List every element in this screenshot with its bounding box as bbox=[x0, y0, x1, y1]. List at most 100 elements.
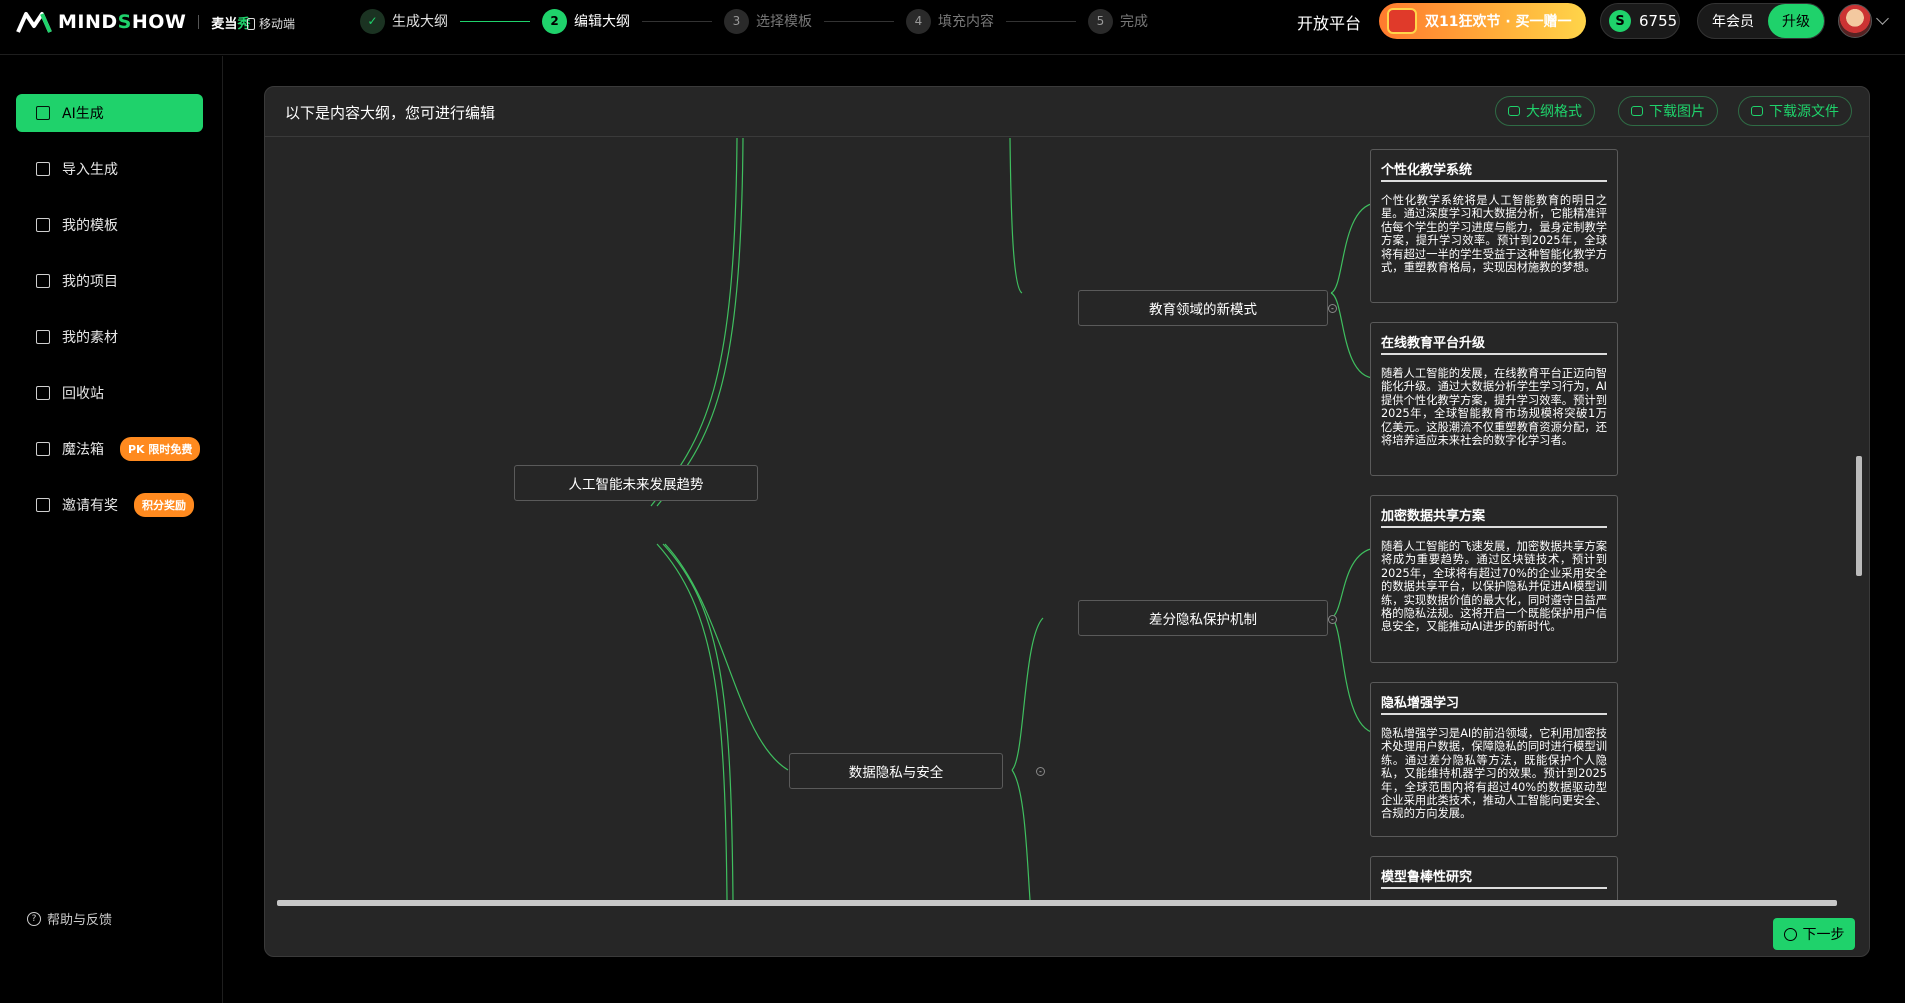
folder-icon bbox=[36, 330, 50, 344]
upgrade-button[interactable]: 升级 bbox=[1768, 4, 1824, 38]
step-3-number: 3 bbox=[724, 8, 749, 34]
sidebar-item-label: 魔法箱 bbox=[62, 442, 104, 458]
mindmap-root-node[interactable]: 人工智能未来发展趋势 bbox=[514, 465, 758, 501]
sidebar-item-ai-generate[interactable]: AI生成 bbox=[16, 94, 203, 132]
next-step-button[interactable]: 下一步 bbox=[1773, 918, 1855, 950]
mobile-link[interactable]: 移动端 bbox=[247, 15, 295, 32]
magic-wand-icon bbox=[36, 442, 50, 456]
step-1-check-icon: ✓ bbox=[360, 8, 385, 34]
chevron-down-icon[interactable] bbox=[1876, 12, 1889, 25]
collapse-toggle-icon[interactable]: - bbox=[1036, 767, 1045, 776]
mindmap-card[interactable]: 个性化教学系统 个性化教学系统将是人工智能教育的明日之星。通过深度学习和大数据分… bbox=[1370, 149, 1618, 303]
download-source-button[interactable]: 下载源文件 bbox=[1738, 96, 1852, 126]
card-title: 模型鲁棒性研究 bbox=[1381, 866, 1607, 889]
download-image-label: 下载图片 bbox=[1649, 104, 1705, 120]
sidebar-item-recycle-bin[interactable]: 回收站 bbox=[16, 374, 203, 412]
step-5[interactable]: 5 完成 bbox=[1088, 8, 1148, 34]
outline-panel: 以下是内容大纲，您可进行编辑 大纲格式 下载图片 下载源文件 人工智能未来发展趋… bbox=[264, 86, 1870, 957]
promo-banner[interactable]: 双11狂欢节 · 买一赠一 bbox=[1379, 3, 1586, 39]
cloud-download-icon bbox=[1751, 106, 1763, 116]
trash-icon bbox=[36, 386, 50, 400]
list-icon bbox=[36, 274, 50, 288]
mindmap-card[interactable]: 模型鲁棒性研究 bbox=[1370, 856, 1618, 900]
mindmap-sub-node-education[interactable]: 教育领域的新模式 bbox=[1078, 290, 1328, 326]
member-label: 年会员 bbox=[1712, 14, 1754, 30]
sidebar-item-templates[interactable]: 我的模板 bbox=[16, 206, 203, 244]
card-title: 个性化教学系统 bbox=[1381, 159, 1607, 182]
sidebar-item-import[interactable]: 导入生成 bbox=[16, 150, 203, 188]
sidebar-item-label: AI生成 bbox=[62, 106, 104, 122]
step-connector bbox=[824, 20, 894, 22]
step-1-label: 生成大纲 bbox=[392, 14, 448, 30]
panel-title: 以下是内容大纲，您可进行编辑 bbox=[285, 104, 496, 122]
mindmap-card[interactable]: 在线教育平台升级 随着人工智能的发展，在线教育平台正迈向智能化升级。通过大数据分… bbox=[1370, 322, 1618, 476]
help-icon: ? bbox=[27, 911, 41, 926]
step-4[interactable]: 4 填充内容 bbox=[906, 8, 994, 34]
sidebar-item-label: 我的素材 bbox=[62, 330, 118, 346]
step-2-number: 2 bbox=[542, 8, 567, 34]
sidebar-item-projects[interactable]: 我的项目 bbox=[16, 262, 203, 300]
help-label: 帮助与反馈 bbox=[47, 913, 113, 928]
mindmap-branch-node[interactable]: 数据隐私与安全 bbox=[789, 753, 1003, 789]
scrollbar-thumb[interactable] bbox=[277, 900, 1837, 906]
sidebar-item-label: 导入生成 bbox=[62, 162, 118, 178]
step-connector bbox=[460, 20, 530, 22]
mobile-link-label: 移动端 bbox=[259, 17, 296, 31]
list-icon bbox=[1508, 106, 1520, 116]
outline-format-button[interactable]: 大纲格式 bbox=[1495, 96, 1595, 126]
vertical-scrollbar[interactable] bbox=[1855, 138, 1863, 900]
next-step-label: 下一步 bbox=[1802, 927, 1845, 943]
step-2[interactable]: 2 编辑大纲 bbox=[542, 8, 630, 34]
step-1[interactable]: ✓ 生成大纲 bbox=[360, 8, 448, 34]
progress-steps: ✓ 生成大纲 2 编辑大纲 3 选择模板 4 填充内容 5 完成 bbox=[360, 7, 1148, 35]
coin-count: 6755 bbox=[1639, 12, 1678, 30]
help-feedback-link[interactable]: ? 帮助与反馈 bbox=[27, 909, 112, 928]
mindshow-logo[interactable]: MINDSHOW 麦当秀 bbox=[16, 6, 250, 38]
phone-icon bbox=[247, 17, 255, 30]
sidebar-item-label: 我的模板 bbox=[62, 218, 118, 234]
card-body: 随着人工智能的发展，在线教育平台正迈向智能化升级。通过大数据分析学生学习行为，A… bbox=[1381, 367, 1607, 448]
horizontal-scrollbar[interactable] bbox=[265, 899, 1863, 907]
coin-icon: S bbox=[1609, 10, 1631, 32]
step-3[interactable]: 3 选择模板 bbox=[724, 8, 812, 34]
sidebar-item-label: 回收站 bbox=[62, 386, 104, 402]
sidebar-item-invite[interactable]: 邀请有奖 积分奖励 bbox=[16, 486, 203, 524]
download-source-label: 下载源文件 bbox=[1769, 104, 1839, 120]
mindmap-canvas[interactable]: 人工智能未来发展趋势 数据隐私与安全 - 教育领域的新模式 - 差分隐私保护机制… bbox=[265, 138, 1863, 900]
scrollbar-thumb[interactable] bbox=[1856, 456, 1862, 576]
collapse-toggle-icon[interactable]: - bbox=[1328, 304, 1337, 313]
sidebar-item-materials[interactable]: 我的素材 bbox=[16, 318, 203, 356]
panel-header: 以下是内容大纲，您可进行编辑 大纲格式 下载图片 下载源文件 bbox=[265, 87, 1869, 137]
cloud-download-icon bbox=[1631, 106, 1643, 116]
template-icon bbox=[36, 218, 50, 232]
user-avatar[interactable] bbox=[1838, 4, 1872, 38]
open-platform-link[interactable]: 开放平台 bbox=[1297, 10, 1361, 34]
mindmap-sub-node-privacy[interactable]: 差分隐私保护机制 bbox=[1078, 600, 1328, 636]
download-image-button[interactable]: 下载图片 bbox=[1618, 96, 1718, 126]
mindmap-card[interactable]: 隐私增强学习 隐私增强学习是AI的前沿领域，它利用加密技术处理用户数据，保障隐私… bbox=[1370, 682, 1618, 837]
card-title: 在线教育平台升级 bbox=[1381, 332, 1607, 355]
import-icon bbox=[36, 162, 50, 176]
top-header: MINDSHOW 麦当秀 移动端 ✓ 生成大纲 2 编辑大纲 3 选择模板 4 填充内容… bbox=[0, 0, 1905, 55]
coin-balance[interactable]: S 6755 bbox=[1600, 3, 1680, 39]
step-connector bbox=[642, 20, 712, 22]
logo-text: MINDSHOW bbox=[58, 11, 187, 33]
mindshow-logo-icon bbox=[16, 12, 52, 33]
outline-format-label: 大纲格式 bbox=[1526, 104, 1582, 120]
free-badge: PK 限时免费 bbox=[120, 437, 201, 461]
card-title: 加密数据共享方案 bbox=[1381, 505, 1607, 528]
collapse-toggle-icon[interactable]: - bbox=[1328, 615, 1337, 624]
step-connector bbox=[1006, 20, 1076, 22]
sidebar-item-magic-box[interactable]: 魔法箱 PK 限时免费 bbox=[16, 430, 203, 468]
card-body: 个性化教学系统将是人工智能教育的明日之星。通过深度学习和大数据分析，它能精准评估… bbox=[1381, 194, 1607, 275]
gift-icon bbox=[1387, 8, 1417, 34]
step-3-label: 选择模板 bbox=[756, 14, 812, 30]
step-4-number: 4 bbox=[906, 8, 931, 34]
logo-divider bbox=[198, 15, 200, 29]
step-5-number: 5 bbox=[1088, 8, 1113, 34]
step-2-label: 编辑大纲 bbox=[574, 14, 630, 30]
card-body: 随着人工智能的飞速发展，加密数据共享方案将成为重要趋势。通过区块链技术，预计到2… bbox=[1381, 540, 1607, 634]
mindmap-card[interactable]: 加密数据共享方案 随着人工智能的飞速发展，加密数据共享方案将成为重要趋势。通过区… bbox=[1370, 495, 1618, 663]
points-badge: 积分奖励 bbox=[134, 493, 194, 517]
card-title: 隐私增强学习 bbox=[1381, 692, 1607, 715]
